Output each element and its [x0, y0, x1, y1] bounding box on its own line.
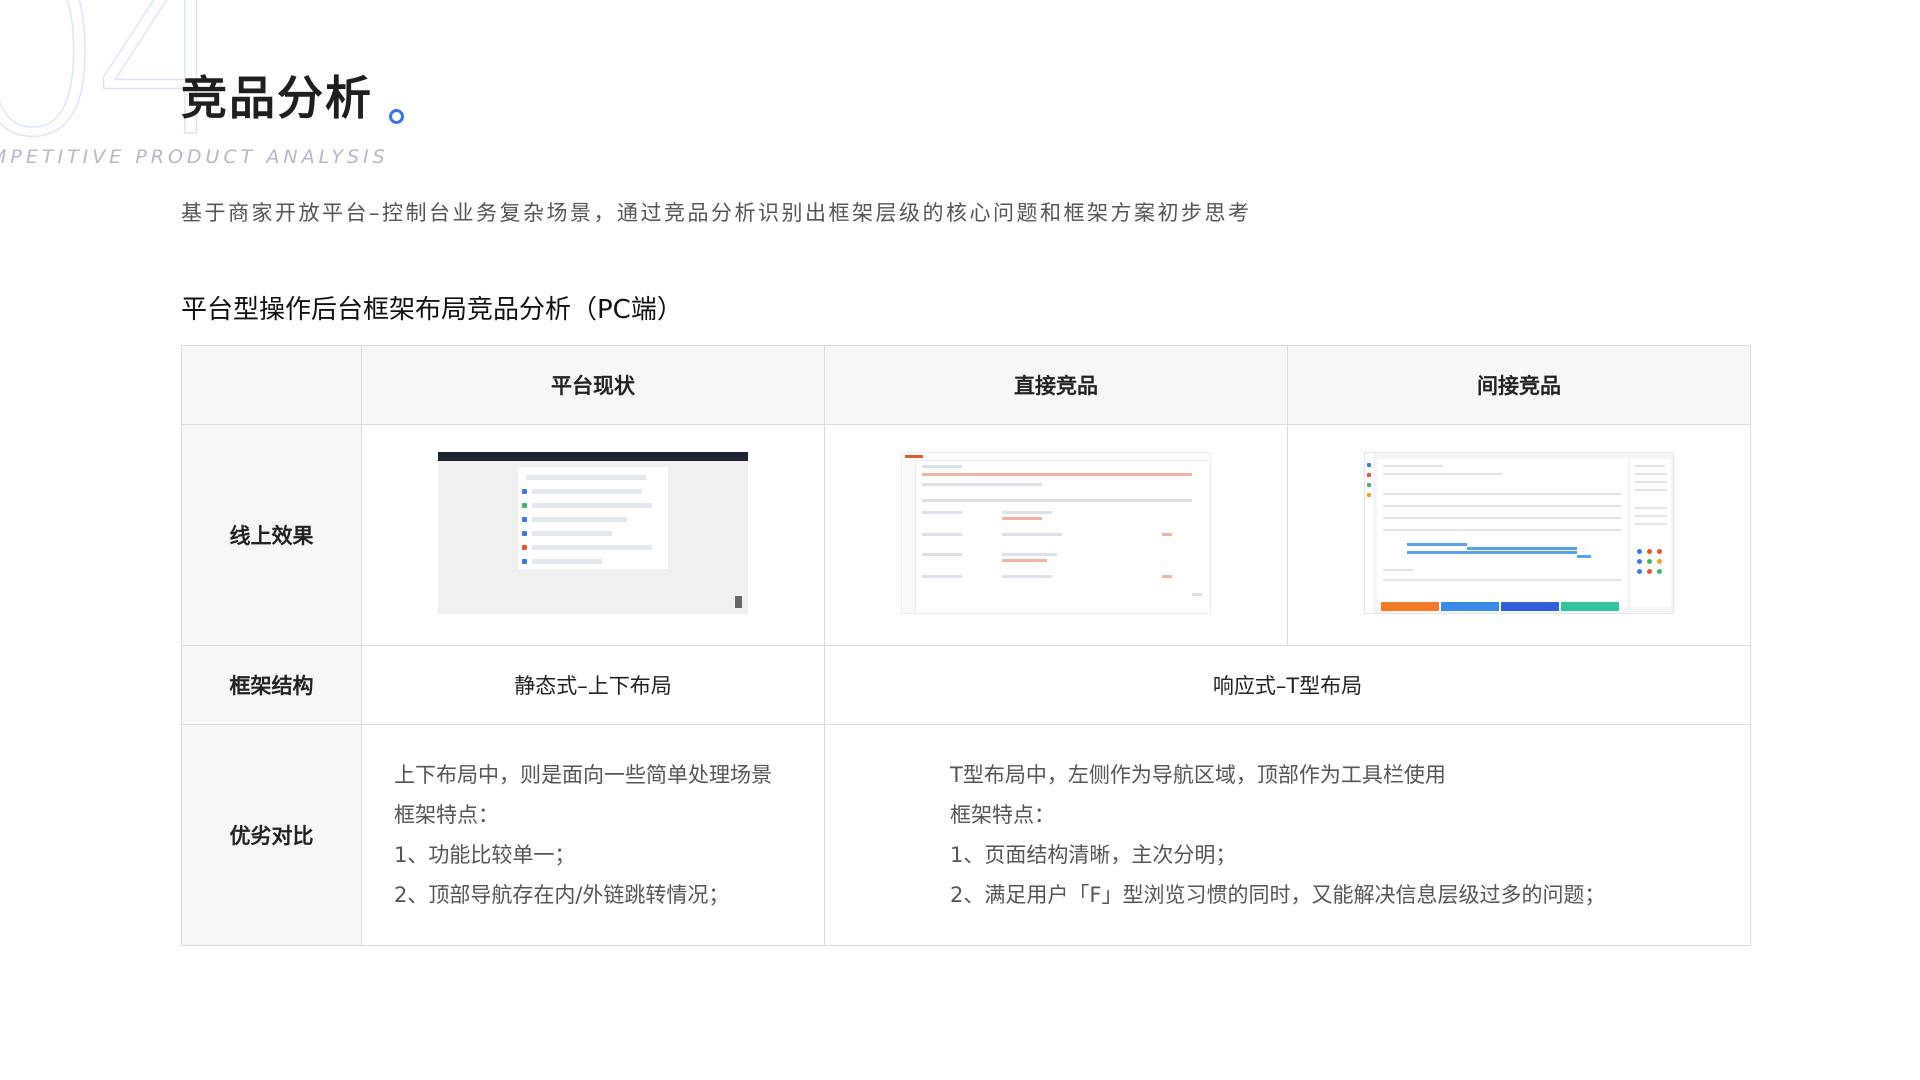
- direct-competitor-screenshot: [901, 452, 1211, 614]
- header-indirect: 间接竞品: [1287, 345, 1751, 425]
- pros-competitors-line: 1、页面结构清晰，主次分明；: [950, 843, 1237, 867]
- cell-indirect-screenshot: [1287, 424, 1751, 646]
- indirect-competitor-screenshot: [1364, 452, 1674, 614]
- pros-competitors: T型布局中，左侧作为导航区域，顶部作为工具栏使用 框架特点： 1、页面结构清晰，…: [824, 724, 1751, 946]
- pros-platform-line: 框架特点：: [394, 803, 499, 827]
- section-title: 平台型操作后台框架布局竞品分析（PC端）: [181, 295, 683, 325]
- page-title-text: 竞品分析: [181, 71, 373, 125]
- pros-platform-line: 上下布局中，则是面向一些简单处理场景: [394, 763, 772, 787]
- cell-direct-screenshot: [824, 424, 1288, 646]
- pros-competitors-line: 框架特点：: [950, 803, 1055, 827]
- table-header-row: 平台现状 直接竞品 间接竞品: [181, 345, 1751, 425]
- table-row-frame: 框架结构 静态式–上下布局 响应式–T型布局: [181, 645, 1751, 725]
- cell-platform-screenshot: [361, 424, 825, 646]
- frame-platform: 静态式–上下布局: [361, 645, 825, 725]
- intro-text: 基于商家开放平台–控制台业务复杂场景，通过竞品分析识别出框架层级的核心问题和框架…: [181, 201, 1252, 225]
- pros-platform-line: 1、功能比较单一；: [394, 843, 576, 867]
- pros-platform: 上下布局中，则是面向一些简单处理场景 框架特点： 1、功能比较单一； 2、顶部导…: [361, 724, 825, 946]
- english-subtitle: MPETITIVE PRODUCT ANALYSIS: [0, 146, 389, 168]
- table-row-effect: 线上效果: [181, 424, 1751, 646]
- comparison-table: 平台现状 直接竞品 间接竞品 线上效果 框架结构 静态式–上下布局 响应式–T型…: [181, 345, 1751, 946]
- table-row-pros: 优劣对比 上下布局中，则是面向一些简单处理场景 框架特点： 1、功能比较单一； …: [181, 724, 1751, 946]
- header-direct: 直接竞品: [824, 345, 1288, 425]
- row-label-frame: 框架结构: [181, 645, 362, 725]
- row-label-effect: 线上效果: [181, 424, 362, 646]
- pros-competitors-line: 2、满足用户「F」型浏览习惯的同时，又能解决信息层级过多的问题；: [950, 883, 1606, 907]
- row-label-pros: 优劣对比: [181, 724, 362, 946]
- pros-platform-line: 2、顶部导航存在内/外链跳转情况；: [394, 883, 730, 907]
- page-title: 竞品分析: [181, 62, 404, 128]
- header-platform: 平台现状: [361, 345, 825, 425]
- pros-competitors-line: T型布局中，左侧作为导航区域，顶部作为工具栏使用: [950, 763, 1446, 787]
- frame-competitors: 响应式–T型布局: [824, 645, 1751, 725]
- platform-screenshot: [438, 452, 748, 614]
- title-dot-icon: [389, 109, 404, 124]
- header-empty: [181, 345, 362, 425]
